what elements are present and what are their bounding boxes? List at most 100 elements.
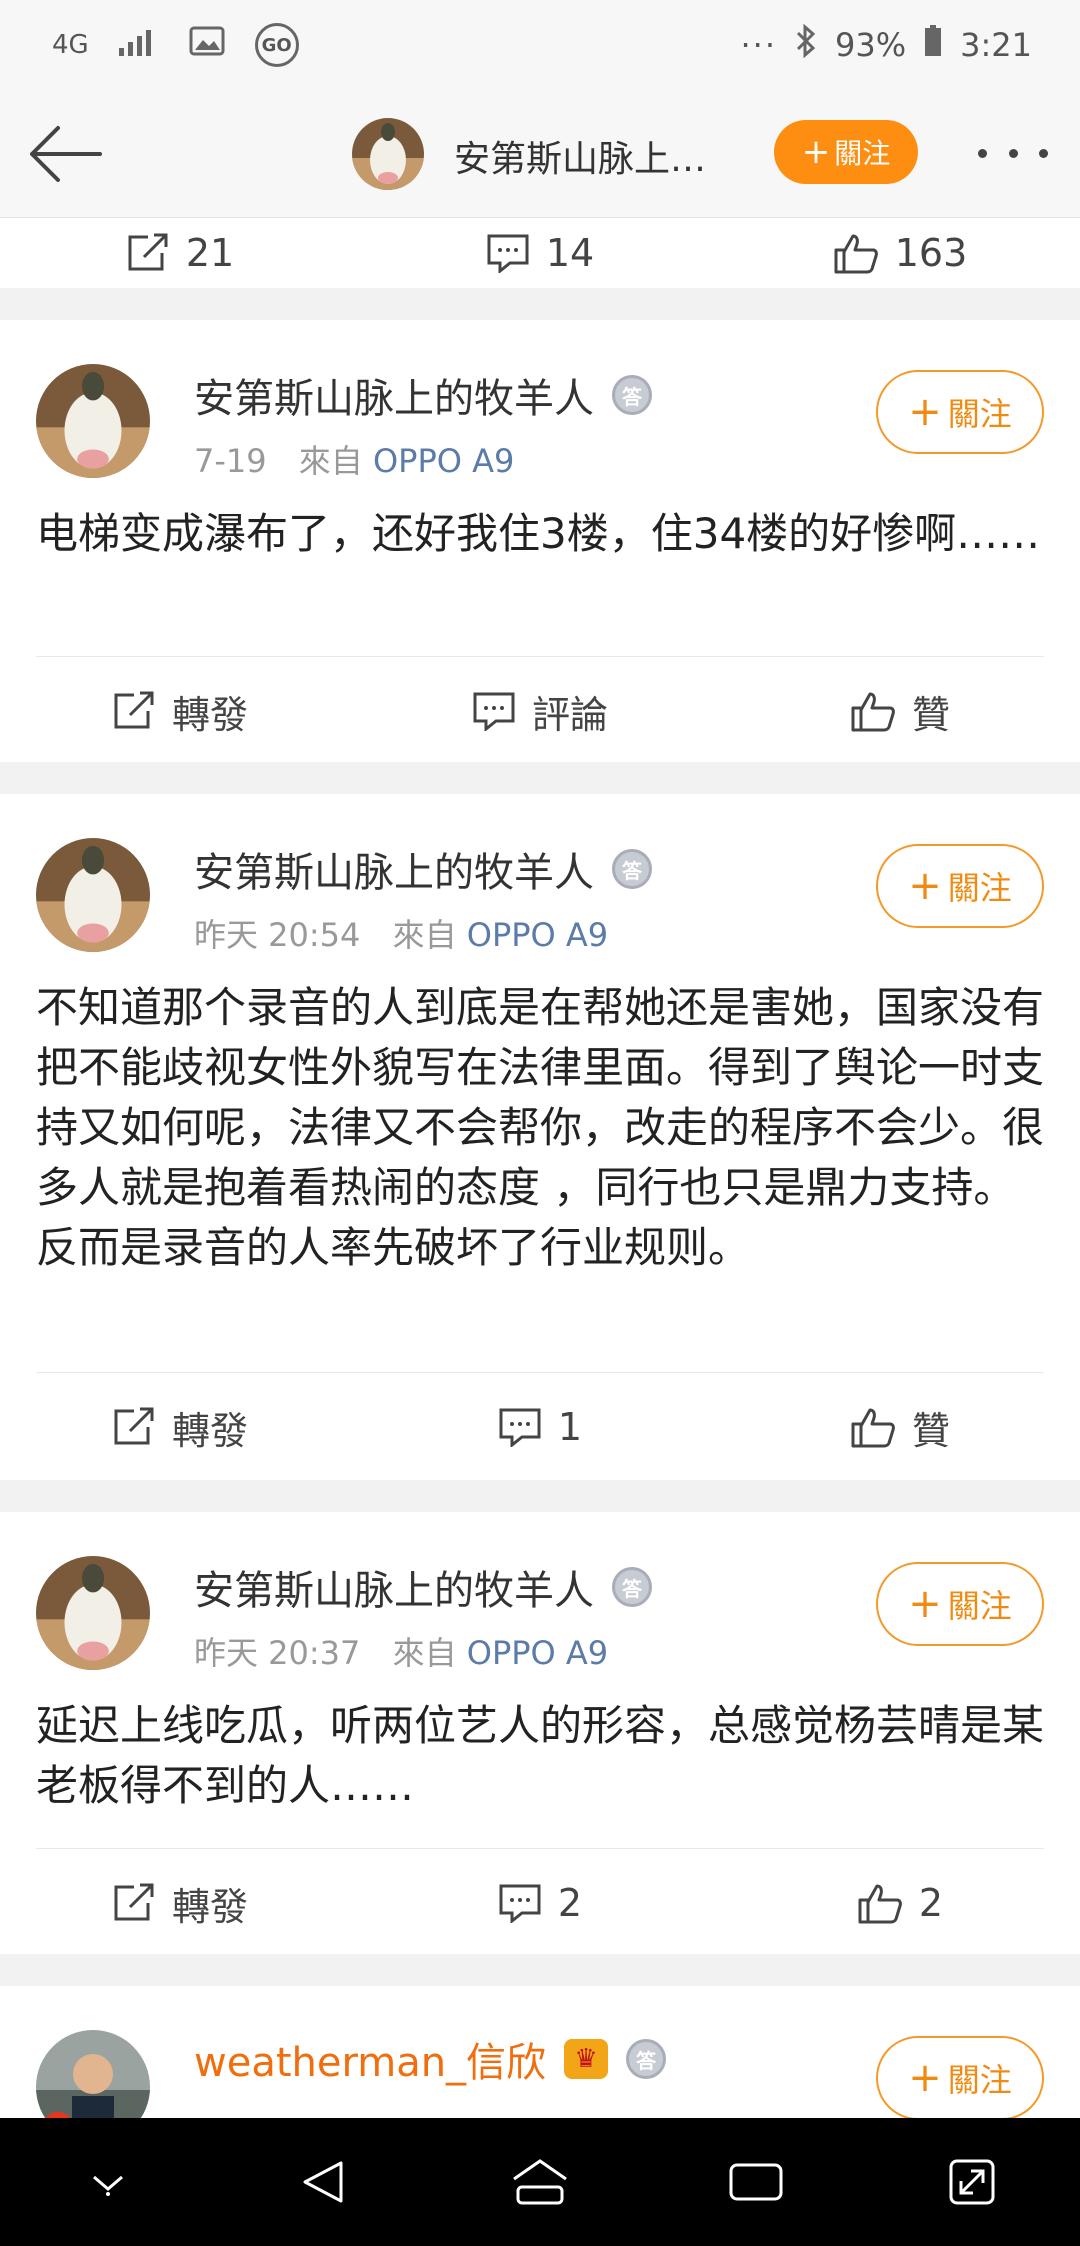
- post-card: 安第斯山脉上的牧羊人 答 昨天 20:37 來自 OPPO A9 + 關注 延迟…: [0, 1512, 1080, 1954]
- plus-icon: +: [908, 1581, 942, 1627]
- comment-icon: [498, 1883, 542, 1923]
- post-text[interactable]: 延迟上线吃瓜，听两位艺人的形容，总感觉杨芸晴是某老板得不到的人……: [36, 1696, 1046, 1816]
- comment-button[interactable]: 14: [360, 218, 720, 288]
- post-card: weatherman_信欣 ♛ 答 + 關注: [0, 1986, 1080, 2118]
- follow-label: 關注: [947, 395, 1012, 433]
- username[interactable]: weatherman_信欣 ♛ 答: [194, 2030, 667, 2088]
- username-text: weatherman_信欣: [194, 2040, 547, 2086]
- comment-button[interactable]: 1: [360, 1372, 720, 1482]
- username[interactable]: 安第斯山脉上的牧羊人 答: [194, 366, 652, 424]
- like-button[interactable]: 2: [720, 1848, 1080, 1958]
- status-bar: 4G GO ··· 93% 3:21: [0, 0, 1080, 90]
- comment-count: 14: [545, 231, 595, 275]
- repost-button[interactable]: 轉發: [0, 1848, 360, 1958]
- like-label: 贊: [911, 1408, 950, 1453]
- post-time: 7-19: [194, 442, 267, 480]
- like-button[interactable]: 163: [720, 218, 1080, 288]
- network-type: 4G: [52, 30, 89, 60]
- repost-label: 轉發: [171, 1408, 248, 1453]
- repost-icon: [112, 1407, 156, 1447]
- comment-count: 2: [557, 1881, 583, 1925]
- comment-button[interactable]: 2: [360, 1848, 720, 1958]
- battery-percent: 93%: [835, 26, 907, 64]
- avatar[interactable]: [36, 2030, 150, 2118]
- follow-button[interactable]: + 關注: [876, 1562, 1044, 1646]
- profile-avatar[interactable]: [352, 118, 424, 190]
- more-status-dots: ···: [740, 26, 778, 64]
- thumbs-up-icon: [850, 690, 896, 732]
- go-badge-icon: GO: [254, 23, 299, 67]
- username[interactable]: 安第斯山脉上的牧羊人 答: [194, 840, 652, 898]
- follow-label: 關注: [947, 1587, 1012, 1625]
- post-actions: 轉發 1 贊: [0, 1372, 1080, 1482]
- answer-medal-icon[interactable]: 答: [612, 1567, 652, 1607]
- like-button[interactable]: 贊: [720, 1372, 1080, 1482]
- nav-follow-label: 關注: [834, 137, 891, 170]
- nav-title: 安第斯山脉上…: [454, 139, 707, 180]
- answer-medal-icon[interactable]: 答: [626, 2039, 667, 2079]
- avatar[interactable]: [36, 364, 150, 478]
- from-label: 來自: [298, 442, 363, 480]
- plus-icon: +: [908, 389, 942, 435]
- back-triangle-icon[interactable]: [279, 2137, 369, 2227]
- follow-label: 關注: [947, 2061, 1012, 2099]
- top-nav-bar: 安第斯山脉上… + 關注: [0, 90, 1080, 218]
- expand-screen-icon[interactable]: [927, 2137, 1017, 2227]
- avatar[interactable]: [36, 838, 150, 952]
- repost-button[interactable]: 21: [0, 218, 360, 288]
- post-text[interactable]: 电梯变成瀑布了，还好我住3楼，住34楼的好惨啊……: [36, 504, 1046, 564]
- partial-post-card: 21 14 163: [0, 218, 1080, 288]
- plus-icon: +: [908, 2055, 942, 2101]
- back-arrow-icon[interactable]: [24, 116, 108, 192]
- repost-icon: [112, 1883, 156, 1923]
- answer-medal-icon[interactable]: 答: [612, 849, 652, 889]
- comment-icon: [486, 233, 530, 273]
- plus-icon: +: [801, 132, 831, 172]
- more-options-icon[interactable]: [978, 130, 1048, 176]
- thumbs-up-icon: [857, 1882, 903, 1924]
- post-card: 安第斯山脉上的牧羊人 答 7-19 來自 OPPO A9 + 關注 电梯变成瀑布…: [0, 320, 1080, 762]
- plus-icon: +: [908, 863, 942, 909]
- source-device: OPPO A9: [466, 916, 609, 954]
- follow-button[interactable]: + 關注: [876, 2036, 1044, 2118]
- repost-label: 轉發: [171, 1884, 248, 1929]
- battery-icon: [924, 25, 942, 65]
- like-count: 2: [918, 1881, 944, 1925]
- post-meta: 7-19 來自 OPPO A9: [194, 436, 514, 482]
- repost-icon: [126, 233, 170, 273]
- home-icon[interactable]: [495, 2137, 585, 2227]
- recents-icon[interactable]: [711, 2137, 801, 2227]
- post-meta: 昨天 20:37 來自 OPPO A9: [194, 1628, 608, 1674]
- follow-label: 關注: [947, 869, 1012, 907]
- chevron-down-icon[interactable]: [63, 2137, 153, 2227]
- crown-icon[interactable]: ♛: [564, 2039, 609, 2079]
- system-navigation-bar: [0, 2118, 1080, 2246]
- repost-button[interactable]: 轉發: [0, 656, 360, 766]
- follow-button[interactable]: + 關注: [876, 844, 1044, 928]
- avatar[interactable]: [36, 1556, 150, 1670]
- follow-button[interactable]: + 關注: [876, 370, 1044, 454]
- repost-button[interactable]: 轉發: [0, 1372, 360, 1482]
- post-meta: 昨天 20:54 來自 OPPO A9: [194, 910, 608, 956]
- repost-label: 轉發: [171, 692, 248, 737]
- like-count: 163: [894, 231, 968, 275]
- comment-icon: [472, 691, 516, 731]
- username-text: 安第斯山脉上的牧羊人: [194, 376, 594, 422]
- post-time: 昨天 20:54: [194, 916, 361, 954]
- bluetooth-icon: [795, 23, 817, 66]
- comment-count: 1: [557, 1405, 583, 1449]
- nav-follow-button[interactable]: + 關注: [774, 120, 918, 184]
- signal-icon: [118, 26, 159, 64]
- username[interactable]: 安第斯山脉上的牧羊人 答: [194, 1558, 652, 1616]
- comment-icon: [498, 1407, 542, 1447]
- source-device: OPPO A9: [372, 442, 515, 480]
- repost-icon: [112, 691, 156, 731]
- comment-button[interactable]: 評論: [360, 656, 720, 766]
- thumbs-up-icon: [833, 232, 879, 274]
- answer-medal-icon[interactable]: 答: [612, 375, 652, 415]
- username-text: 安第斯山脉上的牧羊人: [194, 1568, 594, 1614]
- post-actions: 轉發 評論 贊: [0, 656, 1080, 766]
- post-text[interactable]: 不知道那个录音的人到底是在帮她还是害她，国家没有把不能歧视女性外貌写在法律里面。…: [36, 978, 1046, 1278]
- like-label: 贊: [911, 692, 950, 737]
- like-button[interactable]: 贊: [720, 656, 1080, 766]
